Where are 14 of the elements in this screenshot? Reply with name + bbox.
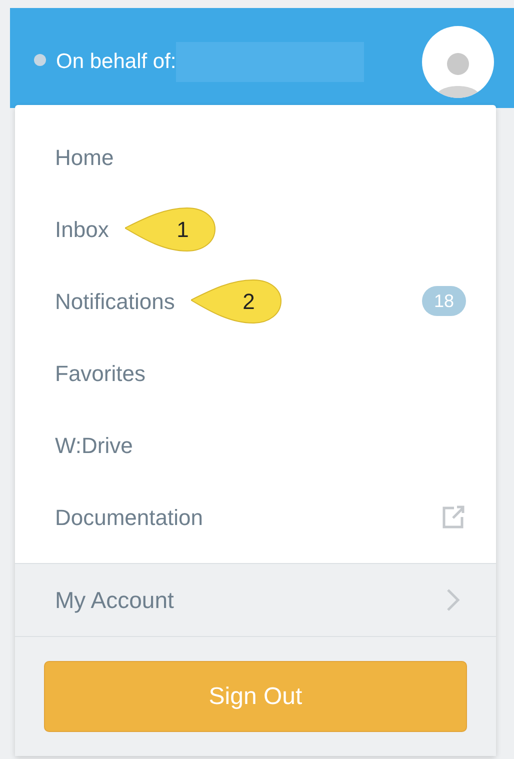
menu-item[interactable]: W:Drive xyxy=(15,409,496,481)
menu-item[interactable]: Notifications 2 18 xyxy=(15,265,496,337)
callout-marker: 1 xyxy=(124,206,217,252)
count-badge: 18 xyxy=(422,286,466,316)
chevron-right-icon xyxy=(446,588,460,612)
menu-item[interactable]: Home xyxy=(15,121,496,193)
menu-item[interactable]: Inbox 1 xyxy=(15,193,496,265)
account-row[interactable]: My Account xyxy=(15,563,496,637)
account-label: My Account xyxy=(55,586,174,615)
callout-marker: 2 xyxy=(190,278,283,324)
menu-item[interactable]: Documentation xyxy=(15,481,496,553)
menu-item[interactable]: Favorites xyxy=(15,337,496,409)
on-behalf-label: On behalf of: xyxy=(56,49,176,75)
external-link-icon xyxy=(440,504,466,530)
